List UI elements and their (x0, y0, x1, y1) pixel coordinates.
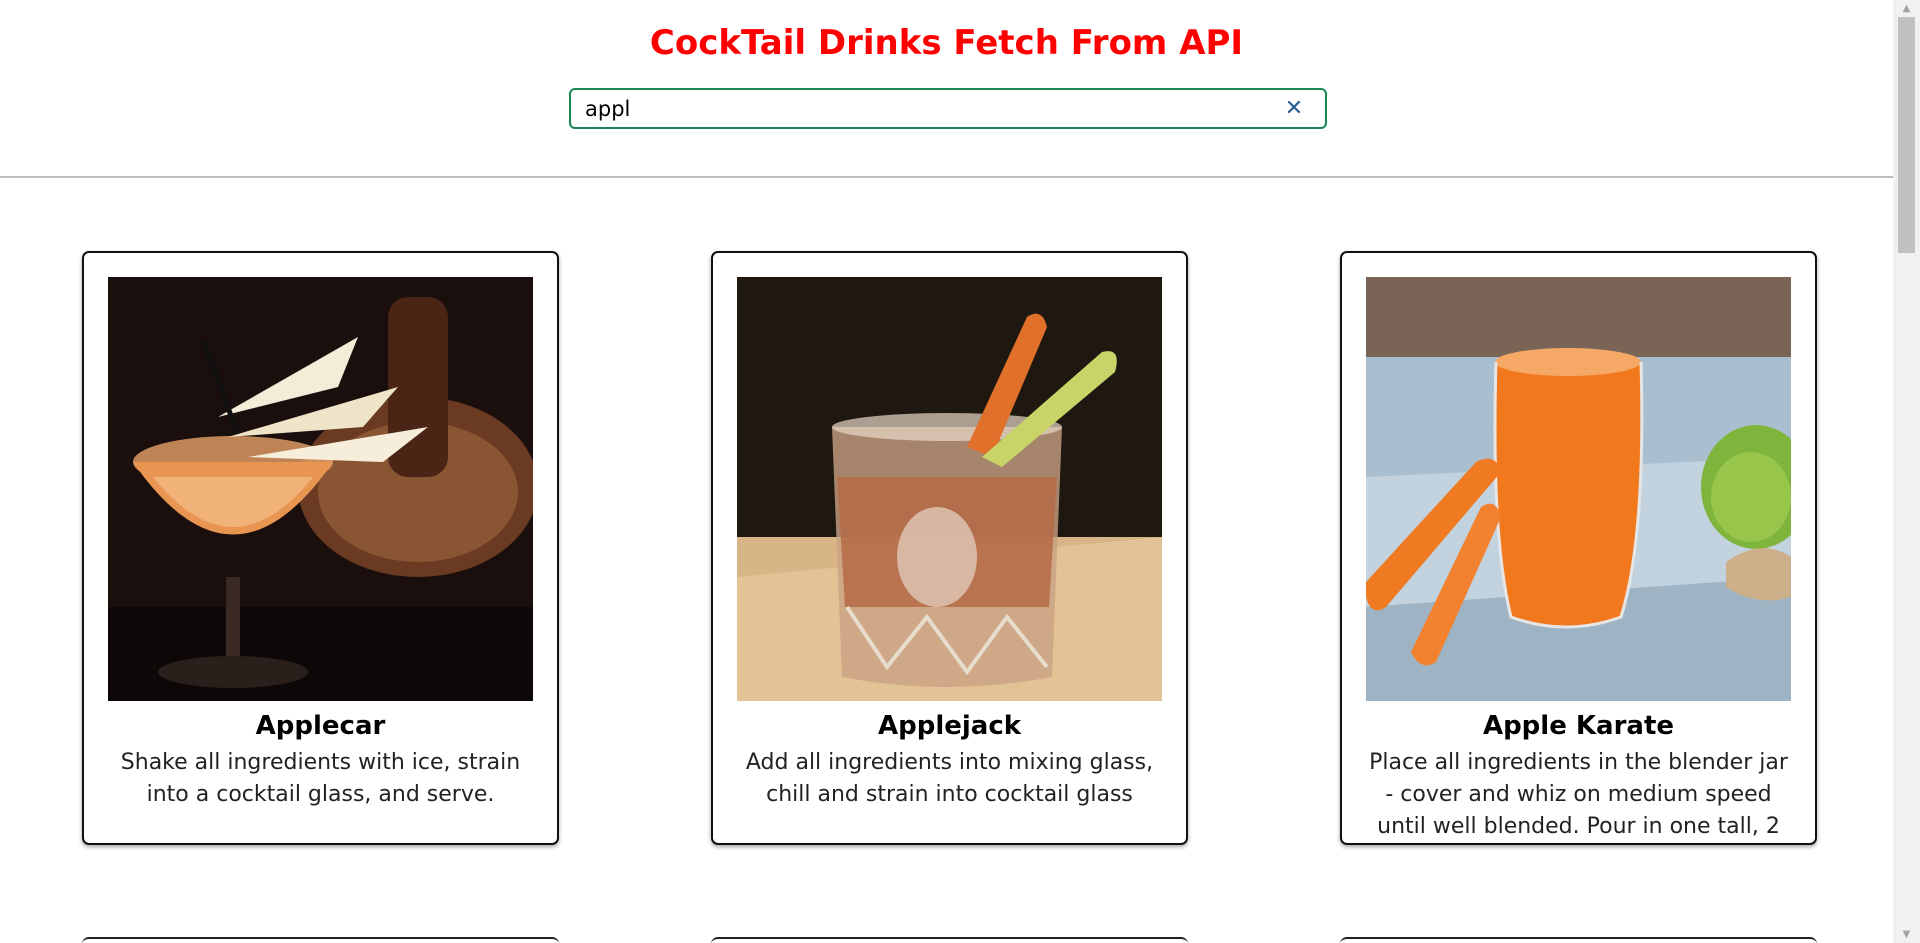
drink-image[interactable] (1366, 277, 1791, 701)
drink-description: Shake all ingredients with ice, strain i… (120, 750, 521, 807)
search-input[interactable] (585, 94, 1265, 123)
divider (0, 176, 1893, 178)
drink-description: Place all ingredients in the blender jar… (1369, 750, 1788, 839)
page: CockTail Drinks Fetch From API ✕ (0, 0, 1920, 943)
drink-name: Apple Karate (1482, 711, 1675, 741)
scroll-up-arrow-icon[interactable]: ▲ (1893, 0, 1920, 17)
drink-card-applejack[interactable]: Applejack Add all ingredients into mixin… (711, 251, 1188, 845)
cocktail-photo-icon (737, 277, 1162, 701)
drink-name: Applecar (255, 711, 386, 741)
juice-photo-icon (1366, 277, 1791, 701)
drink-card-peek (1340, 937, 1817, 943)
drink-name: Applejack (877, 711, 1022, 741)
drink-image[interactable] (108, 277, 533, 701)
drink-card-peek (711, 937, 1188, 943)
search-box[interactable]: ✕ (569, 88, 1327, 129)
drink-description: Add all ingredients into mixing glass, c… (745, 750, 1154, 807)
scroll-down-arrow-icon[interactable]: ▼ (1893, 926, 1920, 943)
page-title: CockTail Drinks Fetch From API (649, 23, 1244, 63)
cocktail-photo-icon (108, 277, 533, 701)
drink-card-peek (82, 937, 559, 943)
vertical-scrollbar[interactable]: ▲ ▼ (1893, 0, 1920, 943)
drink-card-applecar[interactable]: Applecar Shake all ingredients with ice,… (82, 251, 559, 845)
drink-card-apple-karate[interactable]: Apple Karate Place all ingredients in th… (1340, 251, 1817, 845)
drink-image[interactable] (737, 277, 1162, 701)
close-icon[interactable]: ✕ (1283, 98, 1305, 120)
scrollbar-thumb[interactable] (1898, 17, 1915, 253)
